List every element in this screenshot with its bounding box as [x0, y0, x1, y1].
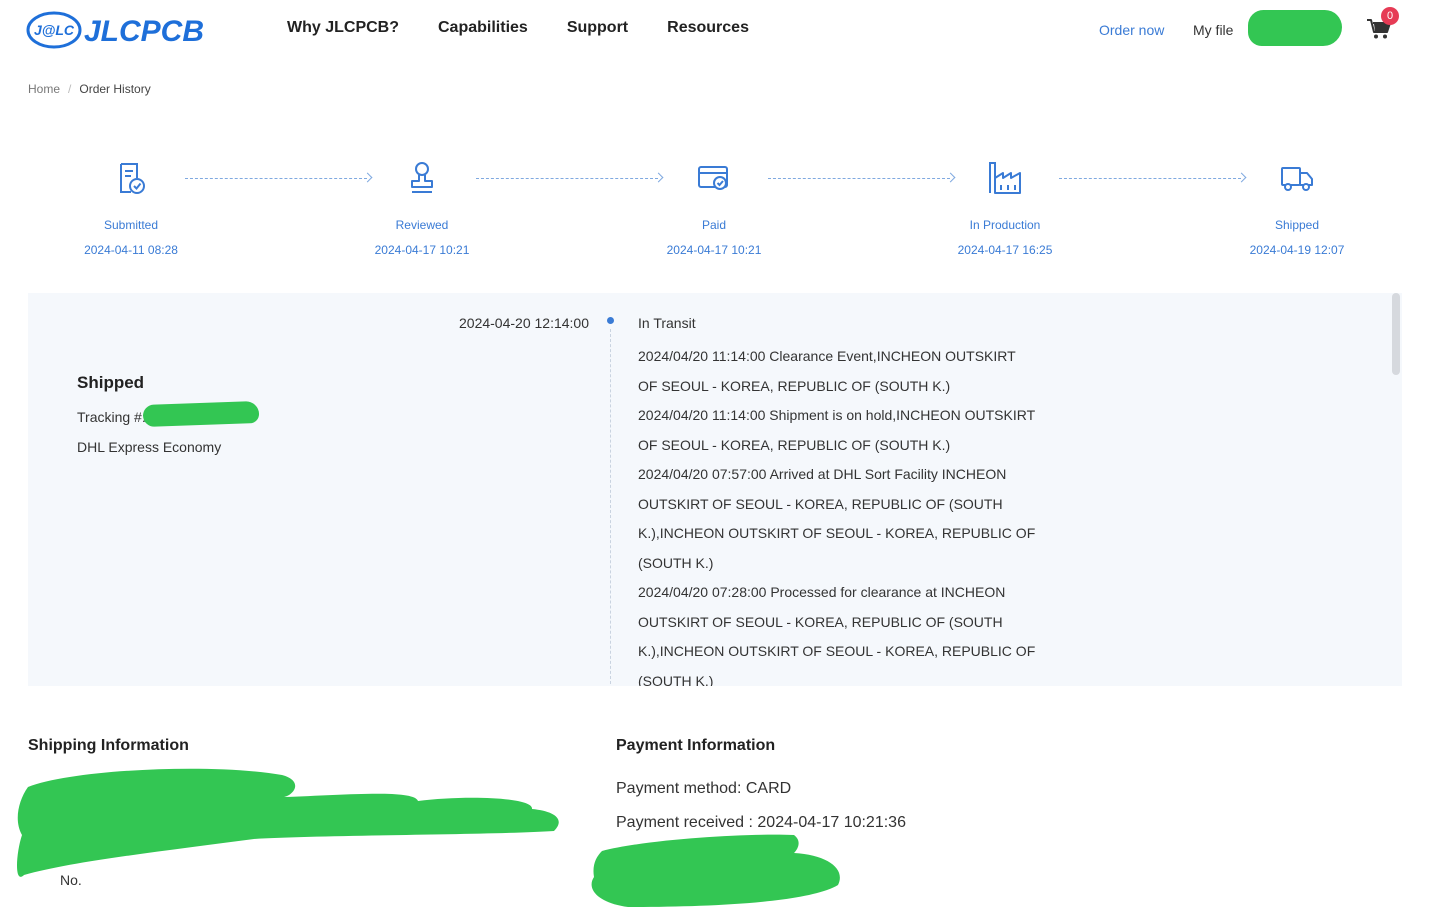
step-in-production: In Production 2024-04-17 16:25 — [935, 160, 1075, 257]
jlcpcb-logo[interactable]: J@LC JLCPCB — [26, 8, 226, 52]
payment-received: Payment received : 2024-04-17 10:21:36 — [616, 814, 906, 831]
step-label: Paid — [701, 218, 727, 232]
nav-resources[interactable]: Resources — [667, 19, 749, 37]
logo-mark: J@LC — [34, 22, 75, 38]
redacted-tracking-number[interactable] — [142, 400, 260, 428]
breadcrumb-separator: / — [68, 82, 72, 96]
nav-support[interactable]: Support — [567, 19, 628, 37]
tracking-event: 2024/04/20 11:14:00 Clearance Event,INCH… — [638, 348, 1016, 394]
tracking-event-list: 2024/04/20 11:14:00 Clearance Event,INCH… — [638, 342, 1038, 686]
step-arrow — [185, 172, 373, 183]
tracking-panel: Shipped Tracking #: DHL Express Economy … — [28, 293, 1402, 686]
step-label: In Production — [969, 218, 1041, 232]
nav-capabilities[interactable]: Capabilities — [438, 19, 528, 37]
tracking-number-label: Tracking #: — [77, 409, 146, 425]
redacted-payment-details — [591, 834, 840, 907]
order-now-link[interactable]: Order now — [1099, 22, 1164, 38]
step-date: 2024-04-19 12:07 — [1249, 243, 1345, 257]
document-check-icon — [120, 163, 145, 194]
my-file-link[interactable]: My file — [1193, 22, 1233, 38]
stamp-icon — [411, 162, 433, 193]
step-arrow — [768, 172, 956, 183]
step-shipped: Shipped 2024-04-19 12:07 — [1227, 160, 1367, 257]
step-label: Shipped — [1274, 218, 1320, 232]
shipping-information-title: Shipping Information — [28, 737, 189, 754]
shipment-status-title: Shipped — [77, 373, 145, 392]
step-reviewed: Reviewed 2024-04-17 10:21 — [352, 160, 492, 257]
top-header: J@LC JLCPCB Why JLCPCB? Capabilities Sup… — [0, 0, 1440, 62]
timeline-dot — [607, 317, 614, 324]
logo-wordmark: JLCPCB — [84, 15, 204, 48]
step-date: 2024-04-17 10:21 — [666, 243, 762, 257]
redacted-shipping-details — [17, 768, 559, 877]
nav-why-jlcpcb[interactable]: Why JLCPCB? — [287, 19, 399, 37]
factory-icon — [989, 162, 1021, 194]
cart-count-badge: 0 — [1381, 7, 1399, 25]
card-check-icon — [698, 166, 728, 190]
step-arrow — [476, 172, 664, 183]
payment-information-title: Payment Information — [616, 737, 776, 754]
step-date: 2024-04-17 16:25 — [957, 243, 1053, 257]
latest-event-status: In Transit — [638, 315, 696, 331]
truck-icon — [1281, 167, 1313, 191]
main-nav: Why JLCPCB? Capabilities Support Resourc… — [287, 19, 749, 37]
carrier-name: DHL Express Economy — [77, 439, 222, 455]
step-label: Submitted — [103, 218, 159, 232]
breadcrumb: Home / Order History — [28, 82, 151, 96]
step-date: 2024-04-11 08:28 — [84, 243, 178, 257]
step-date: 2024-04-17 10:21 — [374, 243, 470, 257]
step-arrow — [1059, 172, 1247, 183]
tracking-scrollbar[interactable] — [1392, 293, 1400, 375]
step-submitted: Submitted 2024-04-11 08:28 — [61, 160, 201, 257]
redacted-user-account[interactable] — [1248, 10, 1342, 46]
latest-event-time: 2024-04-20 12:14:00 — [459, 315, 589, 331]
breadcrumb-current: Order History — [79, 82, 151, 96]
payment-method: Payment method: CARD — [616, 780, 792, 797]
step-label: Reviewed — [395, 218, 449, 232]
step-paid: Paid 2024-04-17 10:21 — [644, 160, 784, 257]
order-progress-steps: Submitted 2024-04-11 08:28 Reviewed 2024… — [0, 160, 1440, 260]
breadcrumb-home[interactable]: Home — [28, 82, 60, 96]
timeline-line — [610, 329, 611, 686]
tracking-event: 2024/04/20 07:28:00 Processed for cleara… — [638, 584, 1036, 686]
tracking-event: 2024/04/20 11:14:00 Shipment is on hold,… — [638, 407, 1035, 453]
tracking-event: 2024/04/20 07:57:00 Arrived at DHL Sort … — [638, 466, 1036, 571]
